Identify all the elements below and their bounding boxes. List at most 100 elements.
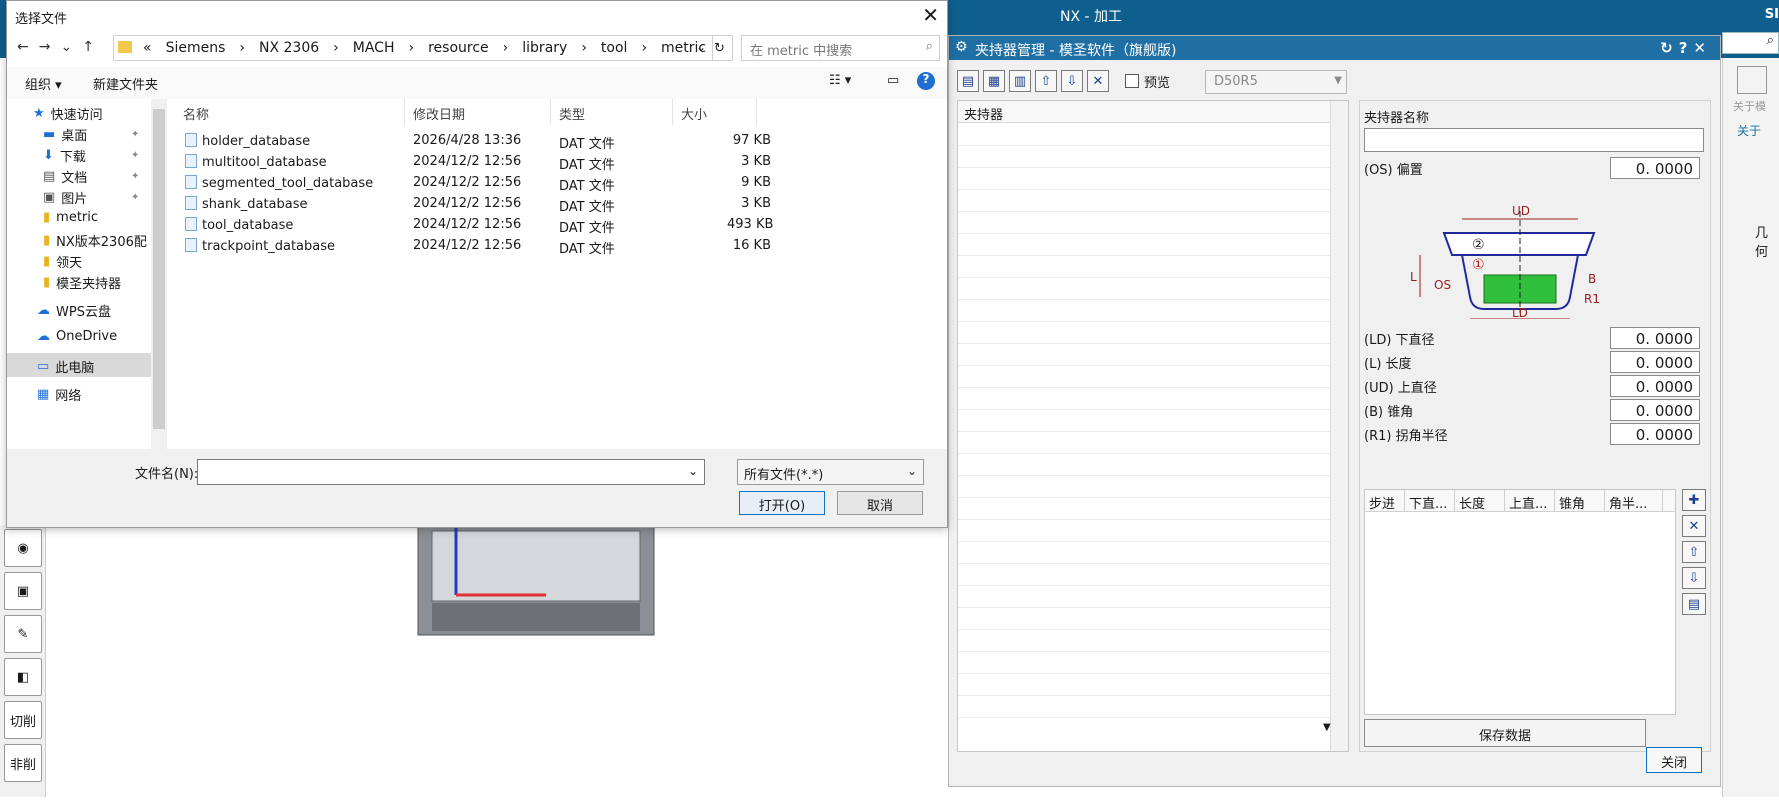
nav-scrollbar[interactable] (151, 99, 167, 449)
close-icon[interactable]: ✕ (922, 3, 939, 27)
filetype-select[interactable]: 所有文件(*.*) ⌄ (737, 459, 924, 485)
download-icon: ⬇ (43, 148, 54, 163)
graphics-viewport[interactable] (46, 524, 946, 797)
ld-input[interactable]: 0. 0000 (1610, 327, 1700, 349)
inspect-icon[interactable]: ◉ (4, 529, 42, 567)
file-row[interactable]: tool_database 2024/12/2 12:56 DAT 文件 493… (175, 215, 787, 236)
close-button[interactable]: 关闭 (1646, 747, 1702, 773)
expand-icon[interactable]: ▼ (1323, 722, 1331, 733)
refresh-icon[interactable]: ↻ (707, 35, 733, 61)
step-down-icon[interactable]: ⇩ (1682, 567, 1706, 589)
move-down-icon[interactable]: ⇩ (1061, 70, 1083, 92)
breadcrumb-item[interactable]: resource (421, 40, 496, 56)
col-size[interactable]: 大小 (673, 99, 757, 125)
nav-folder-holders[interactable]: ▮ 模圣夹持器 (43, 273, 121, 292)
list-row-line (958, 563, 1330, 564)
col-name[interactable]: 名称 (175, 99, 405, 125)
file-list[interactable]: 名称 修改日期 类型 大小 holder_database 2026/4/28 … (175, 99, 947, 449)
copy-step-icon[interactable]: ▤ (1682, 593, 1706, 615)
title-controls[interactable]: ↻?✕ (1660, 39, 1712, 57)
nav-folder-metric[interactable]: ▮ metric (43, 210, 98, 225)
nx-window-title: NX - 加工 (1060, 9, 1123, 25)
copy-icon[interactable]: ▥ (1009, 70, 1031, 92)
add-step-icon[interactable]: ✚ (1682, 489, 1706, 511)
holder-name-input[interactable] (1364, 128, 1704, 152)
os-input[interactable]: 0. 0000 (1610, 157, 1700, 179)
file-type: DAT 文件 (559, 158, 615, 173)
nav-folder-lingtian[interactable]: ▮ 领天 (43, 252, 82, 271)
breadcrumb-item[interactable]: tool (594, 40, 635, 56)
ld-label: LD (1512, 306, 1528, 319)
r1-field-label: (R1) 拐角半径 (1364, 429, 1448, 444)
ud-input[interactable]: 0. 0000 (1610, 375, 1700, 397)
nav-pictures[interactable]: ▣ 图片 (43, 188, 87, 207)
move-up-icon[interactable]: ⇧ (1035, 70, 1057, 92)
open-folder-icon[interactable]: ▦ (983, 70, 1005, 92)
nav-downloads[interactable]: ⬇ 下载 (43, 146, 86, 165)
chevron-down-icon[interactable]: ⌄ (688, 464, 698, 478)
file-row[interactable]: holder_database 2026/4/28 13:36 DAT 文件 9… (175, 131, 787, 152)
breadcrumb-item[interactable]: MACH (346, 40, 402, 56)
preview-pane-icon[interactable]: ▭ (887, 73, 899, 88)
file-row[interactable]: trackpoint_database 2024/12/2 12:56 DAT … (175, 236, 787, 257)
nav-documents[interactable]: ▤ 文档 (43, 167, 87, 186)
col-length: 长度 (1455, 490, 1505, 511)
nav-onedrive[interactable]: ☁ OneDrive (37, 329, 117, 344)
file-name: segmented_tool_database (202, 176, 374, 191)
stock-icon[interactable]: ◧ (4, 658, 42, 696)
save-data-button[interactable]: 保存数据 (1364, 719, 1646, 747)
ld-field-label: (LD) 下直径 (1364, 333, 1435, 348)
file-row[interactable]: segmented_tool_database 2024/12/2 12:56 … (175, 173, 787, 194)
delete-step-icon[interactable]: ✕ (1682, 515, 1706, 537)
nav-wps-cloud[interactable]: ☁ WPS云盘 (37, 301, 111, 320)
file-date: 2026/4/28 13:36 (413, 133, 522, 148)
col-lower-diameter: 下直... (1405, 490, 1455, 511)
open-button[interactable]: 打开(O) (739, 491, 825, 515)
l-input[interactable]: 0. 0000 (1610, 351, 1700, 373)
holder-list[interactable]: 夹持器 (957, 100, 1349, 752)
col-date[interactable]: 修改日期 (405, 99, 551, 125)
workpiece-icon[interactable]: ▣ (4, 572, 42, 610)
holder-select[interactable]: D50R5 ▼ (1205, 70, 1347, 94)
cancel-button[interactable]: 取消 (837, 491, 923, 515)
holder-list-scrollbar[interactable] (1330, 101, 1348, 751)
view-options-icon[interactable]: ☷ ▾ (829, 73, 851, 88)
nx-search-input[interactable]: ⌕ (1722, 32, 1779, 54)
file-open-dialog: 选择文件 ✕ ←→⌄↑ « Siemens › NX 2306 › MACH ›… (6, 0, 948, 528)
breadcrumb-item[interactable]: Siemens (159, 40, 233, 56)
col-type[interactable]: 类型 (551, 99, 673, 125)
file-row[interactable]: shank_database 2024/12/2 12:56 DAT 文件 3 … (175, 194, 787, 215)
nav-scroll-thumb[interactable] (153, 109, 165, 429)
new-holder-icon[interactable]: ▤ (957, 70, 979, 92)
b-input[interactable]: 0. 0000 (1610, 399, 1700, 421)
breadcrumb-item[interactable]: NX 2306 (252, 40, 326, 56)
chevron-down-icon: ⌄ (906, 464, 917, 478)
chevron-down-icon[interactable]: ⌄ (696, 40, 706, 54)
delete-icon[interactable]: ✕ (1087, 70, 1109, 92)
step-table[interactable]: 步进 下直... 长度 上直... 锥角 角半... (1364, 489, 1676, 715)
folder-icon: ▮ (43, 254, 51, 269)
breadcrumb-item[interactable]: library (515, 40, 574, 56)
home-icon[interactable] (1737, 66, 1767, 94)
new-folder-button[interactable]: 新建文件夹 (93, 74, 158, 93)
step-up-icon[interactable]: ⇧ (1682, 541, 1706, 563)
about-tab[interactable]: 关于 (1737, 122, 1761, 139)
r1-input[interactable]: 0. 0000 (1610, 423, 1700, 445)
help-icon[interactable]: ? (917, 72, 935, 90)
nav-this-pc[interactable]: ▭ 此电脑 (37, 357, 94, 376)
eyedropper-icon[interactable]: ✎ (4, 615, 42, 653)
non-cut-button[interactable]: 非削 (4, 744, 42, 782)
filename-input[interactable]: ⌄ (197, 459, 705, 485)
nav-network[interactable]: ▦ 网络 (37, 385, 81, 404)
cut-button[interactable]: 切削 (4, 701, 42, 739)
nav-folder-nx2306[interactable]: ▮ NX版本2306配 (43, 231, 147, 250)
nav-desktop[interactable]: ▬ 桌面 (43, 125, 87, 144)
organize-button[interactable]: 组织 ▾ (25, 74, 62, 93)
file-row[interactable]: multitool_database 2024/12/2 12:56 DAT 文… (175, 152, 787, 173)
preview-checkbox[interactable] (1125, 74, 1139, 88)
search-input[interactable]: 在 metric 中搜索 ⌕ (741, 35, 940, 61)
address-bar[interactable]: « Siemens › NX 2306 › MACH › resource › … (113, 35, 713, 61)
breadcrumb-item[interactable]: « (136, 40, 159, 56)
nav-quick-access[interactable]: ★ 快速访问 (33, 104, 103, 123)
nav-arrows[interactable]: ←→⌄↑ (17, 39, 104, 55)
